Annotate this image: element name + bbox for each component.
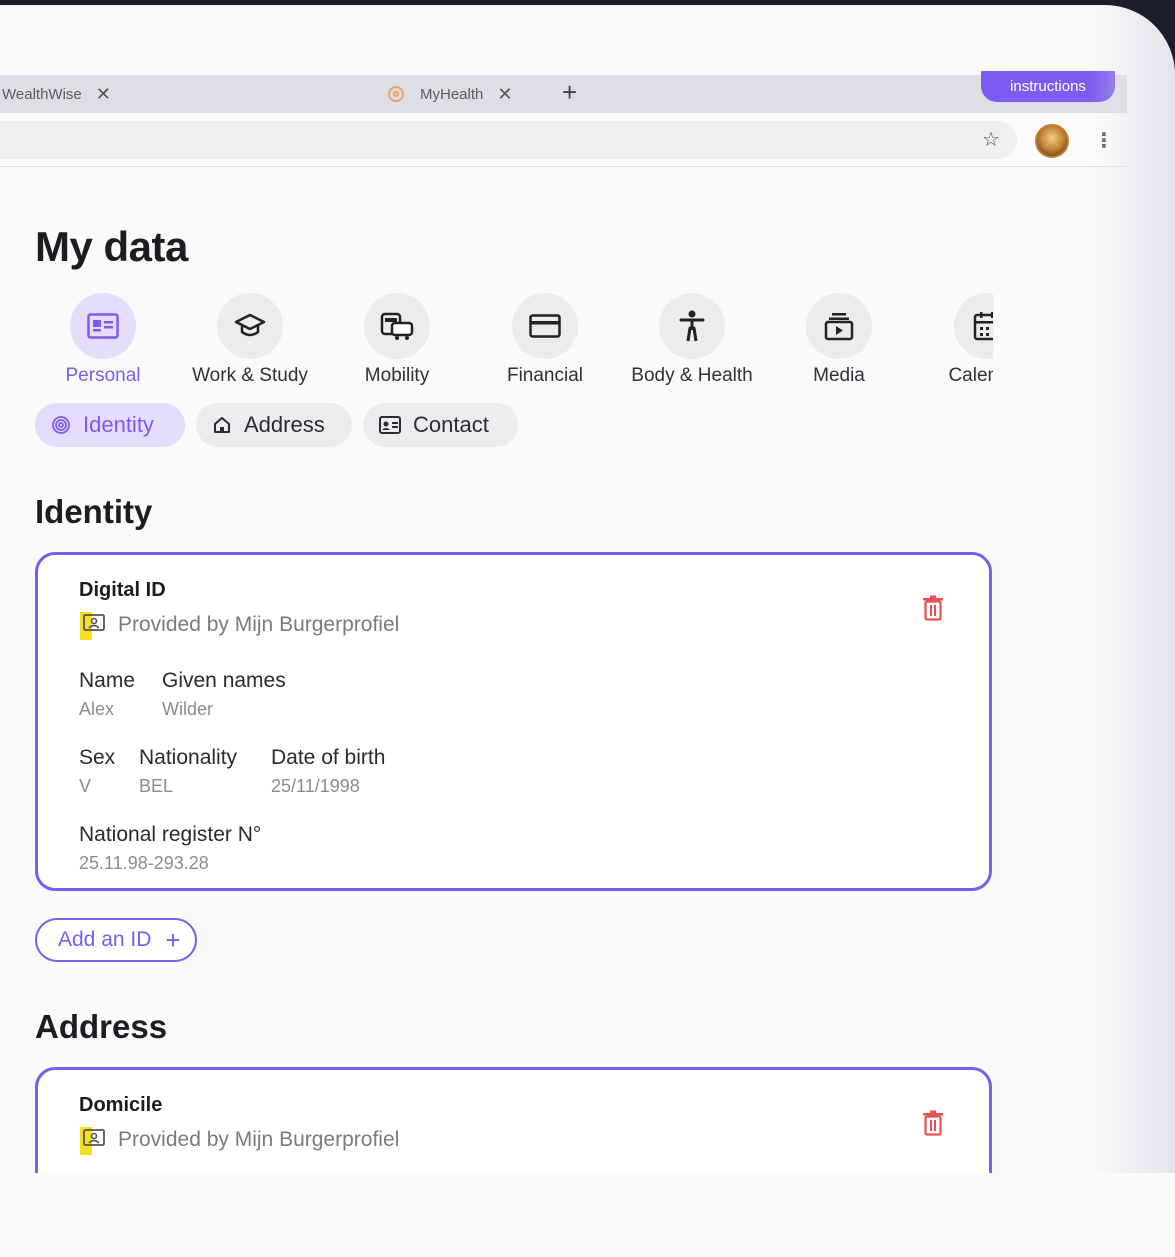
field-value: V xyxy=(79,776,92,796)
field-value: BEL xyxy=(139,776,174,796)
vehicles-icon xyxy=(380,312,414,340)
field-label: Date of birth xyxy=(271,746,386,769)
category-icon-circle xyxy=(659,293,725,359)
field-sex: Sex V xyxy=(79,746,115,797)
contact-card-icon xyxy=(379,416,401,434)
subtab-label: Identity xyxy=(83,412,154,437)
plus-icon: + xyxy=(165,925,181,955)
browser-tab-wealthwise[interactable]: WealthWise ✕ xyxy=(2,75,111,113)
category-icon-circle xyxy=(217,293,283,359)
subtab-identity[interactable]: Identity xyxy=(35,403,185,447)
delete-trash-icon[interactable] xyxy=(922,595,944,626)
category-label: Body & Health xyxy=(631,365,753,386)
add-id-label: Add an ID xyxy=(58,928,152,951)
fingerprint-icon xyxy=(51,415,71,435)
field-value: Alex xyxy=(79,699,115,719)
frame-bottom-fade xyxy=(0,1173,1175,1257)
digital-id-card: Digital ID Provided by Mijn Burgerprofie… xyxy=(35,552,992,891)
field-label: Sex xyxy=(79,746,116,769)
id-card-icon xyxy=(87,313,119,339)
category-calendar[interactable]: Calendar xyxy=(917,293,993,387)
category-media[interactable]: Media xyxy=(769,293,909,387)
subtab-address[interactable]: Address xyxy=(196,403,352,447)
person-icon xyxy=(679,310,705,342)
subtab-label: Contact xyxy=(413,412,489,437)
section-title-address: Address xyxy=(35,1008,168,1045)
field-value: Wilder xyxy=(162,699,214,719)
frame-edge-shade xyxy=(1090,5,1175,1257)
category-financial[interactable]: Financial xyxy=(475,293,615,387)
provider-line: Provided by Mijn Burgerprofiel xyxy=(80,1125,399,1155)
subtab-label: Address xyxy=(244,412,325,437)
category-label: Mobility xyxy=(364,365,430,386)
burgerprofiel-icon xyxy=(80,1125,106,1155)
field-national-register: National register N° 25.11.98-293.28 xyxy=(79,823,261,874)
graduation-cap-icon xyxy=(234,313,266,337)
section-title-identity: Identity xyxy=(35,493,153,530)
new-tab-icon[interactable]: + xyxy=(562,77,577,107)
tab-title: MyHealth xyxy=(420,85,484,103)
field-date-of-birth: Date of birth 25/11/1998 xyxy=(271,746,385,797)
field-given-names: Given names Wilder xyxy=(162,669,286,720)
field-value: 25.11.98-293.28 xyxy=(79,853,209,873)
card-title: Digital ID xyxy=(79,579,166,601)
field-name: Name Alex xyxy=(79,669,135,720)
provider-text: Provided by Mijn Burgerprofiel xyxy=(118,1128,400,1151)
browser-toolbar xyxy=(0,113,1127,167)
category-mobility[interactable]: Mobility xyxy=(327,293,467,387)
avatar[interactable] xyxy=(1035,124,1069,158)
delete-trash-icon[interactable] xyxy=(922,1110,944,1141)
category-label: Work & Study xyxy=(192,365,308,386)
browser-tab-myhealth[interactable]: MyHealth ✕ xyxy=(388,75,512,113)
subtab-contact[interactable]: Contact xyxy=(363,403,518,447)
address-bar[interactable] xyxy=(0,121,1017,159)
media-play-icon xyxy=(824,313,854,341)
close-tab-icon[interactable]: ✕ xyxy=(96,84,111,105)
myhealth-favicon-icon xyxy=(388,86,404,102)
screen-frame: WealthWise ✕ MyHealth ✕ + instructions ☆… xyxy=(0,5,1175,1257)
field-nationality: Nationality BEL xyxy=(139,746,237,797)
close-tab-icon[interactable]: ✕ xyxy=(497,84,512,105)
category-icon-circle xyxy=(954,293,993,359)
field-label: National register N° xyxy=(79,823,262,846)
category-personal[interactable]: Personal xyxy=(33,293,173,387)
field-label: Name xyxy=(79,669,136,692)
category-label: Personal xyxy=(65,365,141,386)
category-icon-circle xyxy=(70,293,136,359)
category-overflow-clip: Calendar xyxy=(900,285,993,395)
field-label: Given names xyxy=(162,669,286,692)
add-id-button[interactable]: Add an ID + xyxy=(35,918,197,962)
category-work-study[interactable]: Work & Study xyxy=(180,293,320,387)
page-title: My data xyxy=(35,223,188,270)
bookmark-star-icon[interactable]: ☆ xyxy=(982,129,1000,151)
category-icon-circle xyxy=(512,293,578,359)
category-body-health[interactable]: Body & Health xyxy=(622,293,762,387)
card-title: Domicile xyxy=(79,1094,163,1116)
field-value: 25/11/1998 xyxy=(271,776,360,796)
category-icon-circle xyxy=(364,293,430,359)
category-label: Media xyxy=(813,365,865,386)
provider-text: Provided by Mijn Burgerprofiel xyxy=(118,613,400,636)
category-label: Calendar xyxy=(948,365,993,386)
calendar-icon xyxy=(973,312,993,341)
credit-card-icon xyxy=(529,314,561,338)
burgerprofiel-icon xyxy=(80,610,106,640)
tab-title: WealthWise xyxy=(2,85,82,103)
field-label: Nationality xyxy=(139,746,238,769)
category-label: Financial xyxy=(506,365,584,386)
provider-line: Provided by Mijn Burgerprofiel xyxy=(80,610,399,640)
category-icon-circle xyxy=(806,293,872,359)
home-icon xyxy=(212,415,232,435)
